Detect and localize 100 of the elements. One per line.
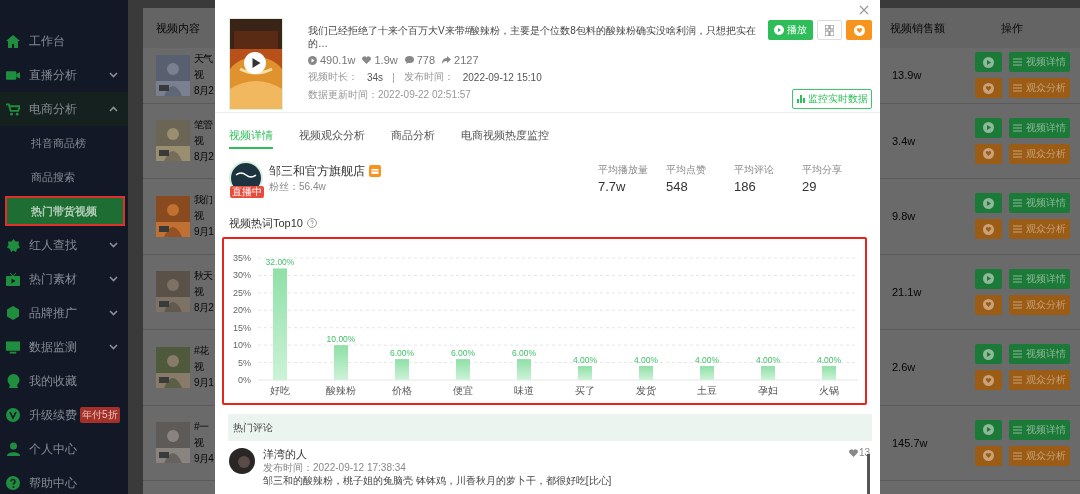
video-date: 8月2 xyxy=(194,84,214,99)
tab[interactable]: 视频观众分析 xyxy=(299,128,365,147)
sales-amount: 145.7w xyxy=(892,436,929,449)
play-icon xyxy=(774,25,784,35)
live-badge: 直播中 xyxy=(230,186,264,198)
bar xyxy=(517,359,531,380)
cart-icon xyxy=(6,102,20,116)
axis-tick-label: 15% xyxy=(233,322,251,333)
stat-label: 平均播放量 xyxy=(598,162,649,177)
tab[interactable]: 电商视频热度监控 xyxy=(461,128,549,147)
favorite-button[interactable] xyxy=(975,445,1002,466)
bar xyxy=(456,359,470,380)
video-title: 天气 xyxy=(194,52,214,67)
list-icon xyxy=(1013,376,1022,385)
video-title: 秋天 xyxy=(194,268,214,283)
heart-icon xyxy=(983,299,994,311)
favorite-button[interactable] xyxy=(975,219,1002,240)
category-label: 发货 xyxy=(636,385,656,396)
axis-tick-label: 0% xyxy=(238,375,251,385)
play-button[interactable] xyxy=(975,344,1002,365)
sidebar-item[interactable]: 我的收藏 xyxy=(0,364,128,398)
bar xyxy=(761,366,775,380)
video-date: 9月4 xyxy=(194,451,214,466)
tv-icon xyxy=(6,272,20,286)
column-header: 视频内容 xyxy=(156,20,200,36)
favorite-button[interactable] xyxy=(975,78,1002,99)
sales-amount: 13.9w xyxy=(892,69,923,82)
video-meta: 视 xyxy=(194,68,205,83)
play-button[interactable] xyxy=(975,52,1002,73)
column-header: 操作 xyxy=(1001,20,1023,36)
shop-icon xyxy=(369,165,381,177)
video-description: 我们已经拒绝了十来个百万大V来带#酸辣粉，主要是个位数8包料的酸辣粉确实没啥利润，只想把实在的… xyxy=(308,24,756,50)
play-icon xyxy=(308,55,317,65)
star-badge-icon xyxy=(6,238,20,252)
sidebar-item[interactable]: 品牌推广 xyxy=(0,296,128,330)
sidebar-item[interactable]: 帮助中心 xyxy=(0,466,128,494)
sidebar-subitem[interactable]: 热门带货视频 xyxy=(7,198,123,224)
favorite-button[interactable] xyxy=(975,143,1002,164)
bar xyxy=(639,366,653,380)
category-label: 火锅 xyxy=(819,385,839,396)
heart-icon xyxy=(362,56,372,64)
axis-tick-label: 10% xyxy=(233,340,251,351)
play-button[interactable] xyxy=(975,117,1002,138)
sidebar-item[interactable]: 数据监测 xyxy=(0,330,128,364)
video-title: #花 xyxy=(194,344,210,359)
play-count: 490.1w xyxy=(320,54,356,66)
axis-tick-label: 25% xyxy=(233,287,251,298)
favorite-button[interactable] xyxy=(975,294,1002,315)
sidebar-subitem[interactable]: 抖音商品榜 xyxy=(7,130,123,156)
video-date: 9月1 xyxy=(194,225,214,240)
tab[interactable]: 商品分析 xyxy=(391,128,435,147)
sidebar-item[interactable]: 电商分析 xyxy=(0,92,128,126)
favorite-button[interactable] xyxy=(975,370,1002,391)
publish-label: 发布时间： xyxy=(403,70,454,84)
play-button[interactable] xyxy=(975,268,1002,289)
sales-amount: 9.8w xyxy=(892,210,917,223)
list-icon xyxy=(1013,199,1022,208)
play-button[interactable] xyxy=(975,193,1002,214)
video-title: 我们 xyxy=(194,193,214,208)
sales-amount: 21.1w xyxy=(892,285,923,298)
qr-code-icon xyxy=(825,24,834,36)
tab[interactable]: 视频详情 xyxy=(229,128,273,149)
sidebar-subitem[interactable]: 商品搜索 xyxy=(7,164,123,190)
value-label: 4.00% xyxy=(572,355,598,366)
sidebar-item[interactable]: 直播分析 xyxy=(0,58,128,92)
favorite-button[interactable] xyxy=(846,20,872,40)
video-meta: 视 xyxy=(194,360,205,375)
video-meta: 视 xyxy=(194,209,205,224)
bar xyxy=(334,345,348,380)
video-date: 8月2 xyxy=(194,300,214,315)
category-label: 酸辣粉 xyxy=(326,385,356,396)
value-label: 4.00% xyxy=(816,355,842,366)
category-label: 买了 xyxy=(575,385,595,396)
heart-icon xyxy=(853,24,865,36)
sidebar-item[interactable]: 工作台 xyxy=(0,24,128,58)
sidebar-item[interactable]: 热门素材 xyxy=(0,262,128,296)
qr-code-button[interactable] xyxy=(817,20,842,40)
stat-value: 29 xyxy=(802,178,818,194)
list-icon xyxy=(1013,123,1022,132)
video-date: 9月1 xyxy=(194,376,214,391)
sidebar-item[interactable]: 个人中心 xyxy=(0,432,128,466)
category-label: 土豆 xyxy=(697,385,717,396)
home-icon xyxy=(6,34,20,48)
share-arrow-icon xyxy=(442,56,452,64)
speech-bubble-icon xyxy=(404,56,414,64)
monitor-button[interactable]: 监控实时数据 xyxy=(792,89,872,109)
play-button[interactable] xyxy=(975,419,1002,440)
axis-tick-label: 5% xyxy=(238,357,251,368)
sidebar-item[interactable]: 红人查找 xyxy=(0,228,128,262)
stat-value: 7.7w xyxy=(598,178,627,194)
value-label: 4.00% xyxy=(633,355,659,366)
sidebar-item[interactable]: 升级续费 年付5折 xyxy=(0,398,128,432)
duration-value: 34s xyxy=(367,71,384,83)
list-icon xyxy=(1013,300,1022,309)
list-icon xyxy=(1013,350,1022,359)
value-label: 6.00% xyxy=(450,348,476,359)
section-title: 热门评论 xyxy=(233,420,273,435)
video-meta: 视 xyxy=(194,435,205,450)
heart-icon xyxy=(983,450,994,462)
stat-label: 平均评论 xyxy=(734,162,775,177)
